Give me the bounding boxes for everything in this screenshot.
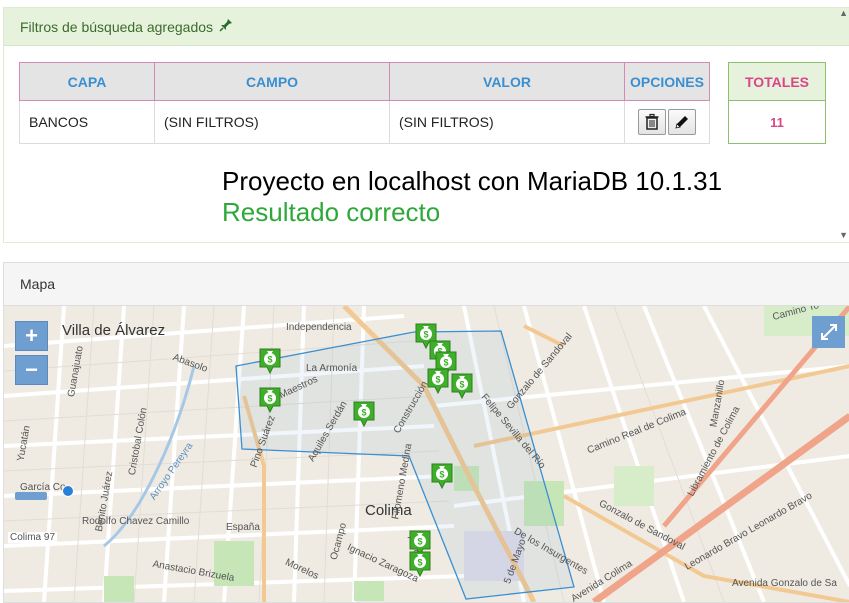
totals-value: 11 [770, 114, 784, 130]
expand-icon [820, 324, 837, 340]
column-header-valor: VALOR [389, 62, 625, 101]
svg-text:$: $ [267, 394, 272, 404]
map-label-villa: Villa de Álvarez [62, 322, 166, 339]
pencil-icon [675, 116, 688, 129]
svg-text:$: $ [267, 355, 272, 365]
cell-campo: (SIN FILTROS) [154, 100, 390, 144]
money-bag-marker-icon[interactable]: $ [258, 386, 282, 414]
svg-text:$: $ [423, 330, 428, 340]
svg-text:$: $ [443, 358, 448, 368]
zoom-out-button[interactable]: − [15, 355, 48, 385]
totals-box: TOTALES 11 [728, 62, 826, 144]
totals-header: TOTALES [729, 63, 825, 101]
scroll-up-arrow-icon[interactable]: ▲ [839, 8, 848, 18]
location-dot [62, 485, 74, 497]
money-bag-marker-icon[interactable]: $ [450, 372, 474, 400]
fullscreen-button[interactable] [812, 316, 845, 348]
map-label-avenida-gonzalo: Avenida Gonzalo de Sa [732, 578, 837, 589]
filters-header: Filtros de búsqueda agregados [4, 8, 849, 46]
column-header-opciones: OPCIONES [624, 62, 710, 101]
map-label-armonia: La Armonía [306, 363, 358, 374]
svg-text:$: $ [417, 558, 422, 568]
scroll-down-arrow-icon[interactable]: ▼ [839, 230, 848, 240]
svg-text:$: $ [459, 380, 464, 390]
edit-button[interactable] [668, 109, 696, 135]
money-bag-marker-icon[interactable]: $ [430, 462, 454, 490]
map-canvas[interactable]: Villa de Álvarez Colima Independencia La… [4, 306, 849, 602]
project-note: Proyecto en localhost con MariaDB 10.1.3… [222, 166, 723, 196]
svg-text:$: $ [435, 375, 440, 385]
cell-opciones [624, 100, 710, 144]
cell-capa: BANCOS [19, 100, 155, 144]
money-bag-marker-icon[interactable]: $ [352, 400, 376, 428]
result-note: Resultado correcto [222, 197, 441, 227]
column-header-capa: CAPA [19, 62, 155, 101]
money-bag-marker-icon[interactable]: $ [426, 367, 450, 395]
trash-icon [645, 113, 659, 130]
map-label-colima97: Colima 97 [8, 532, 58, 543]
svg-text:$: $ [417, 537, 422, 547]
map-title: Mapa [20, 276, 56, 292]
map-label-colima: Colima [365, 502, 412, 519]
table-row: BANCOS (SIN FILTROS) (SIN FILTROS) [19, 100, 710, 144]
cell-valor: (SIN FILTROS) [389, 100, 625, 144]
money-bag-marker-icon[interactable]: $ [408, 550, 432, 578]
map-header: Mapa [4, 263, 849, 306]
delete-button[interactable] [638, 109, 666, 135]
column-header-campo: CAMPO [154, 62, 390, 101]
filters-table: CAPA CAMPO VALOR OPCIONES BANCOS (SIN FI… [19, 62, 710, 144]
map-label-espana: España [226, 522, 260, 533]
filters-title: Filtros de búsqueda agregados [20, 18, 214, 35]
zoom-in-button[interactable]: + [15, 321, 48, 351]
map-label-independencia: Independencia [286, 322, 352, 333]
svg-text:$: $ [361, 408, 366, 418]
map-panel: Mapa Villa de Álvarez Colima Independenc… [3, 262, 849, 603]
svg-text:$: $ [439, 470, 444, 480]
pin-icon[interactable] [219, 18, 233, 35]
scale-bar [15, 492, 47, 500]
money-bag-marker-icon[interactable]: $ [258, 347, 282, 375]
filters-panel: Filtros de búsqueda agregados ▲ ▼ CAPA C… [3, 7, 849, 243]
